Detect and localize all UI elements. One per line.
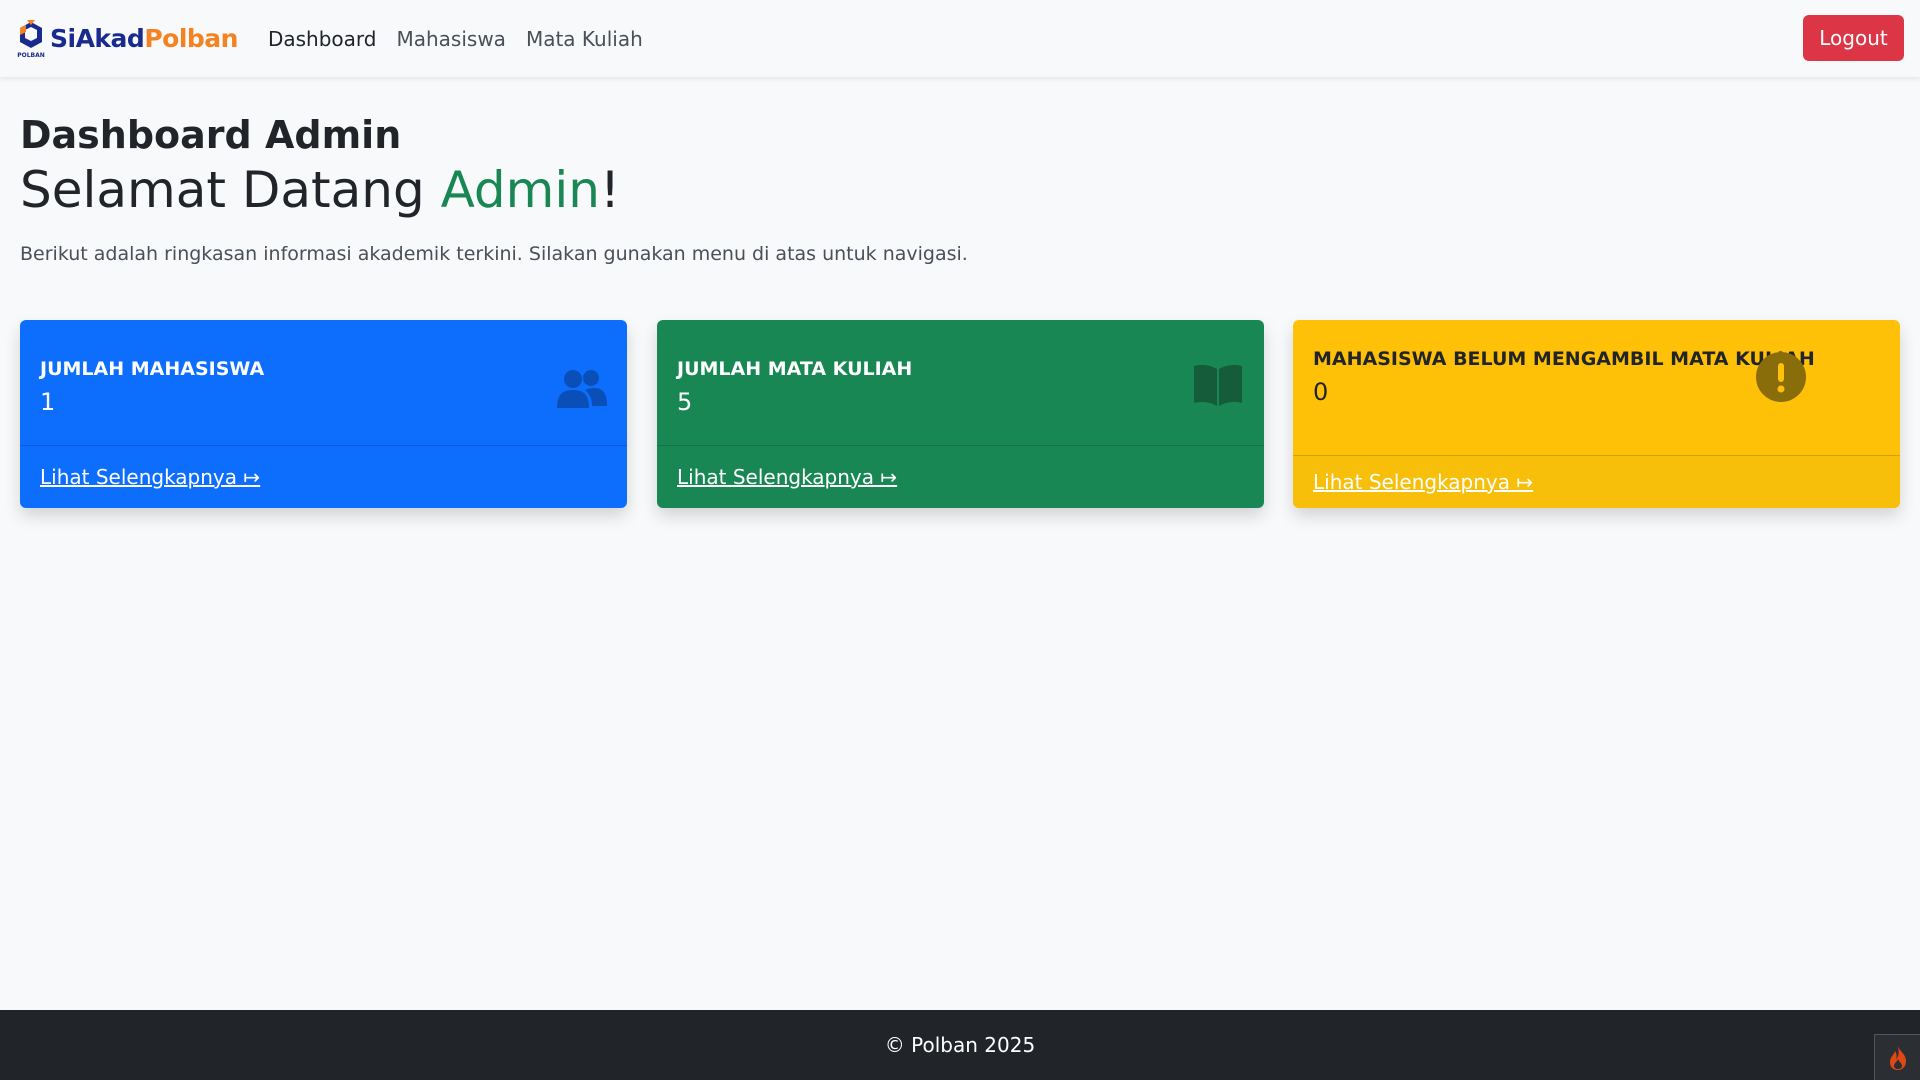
nav-mata-kuliah[interactable]: Mata Kuliah [526, 27, 643, 51]
flame-icon [1889, 1045, 1906, 1070]
lead-text: Berikut adalah ringkasan informasi akade… [20, 243, 968, 266]
logout-button[interactable]: Logout [1803, 15, 1904, 61]
polban-logo-icon: POLBAN [17, 19, 45, 59]
main-content: Dashboard Admin Selamat Datang Admin! Be… [20, 113, 1900, 508]
welcome-name: Admin [440, 160, 600, 219]
users-icon [557, 370, 607, 408]
card-jumlah-mata-kuliah: JUMLAH MATA KULIAH 5 Lihat Selengkapnya … [657, 320, 1264, 508]
brand-name-si: SiAkad [50, 24, 145, 53]
card-label: JUMLAH MAHASISWA [40, 358, 265, 380]
book-icon [1194, 365, 1242, 406]
card-body: MAHASISWA BELUM MENGAMBIL MATA KULIAH 0 [1293, 320, 1900, 455]
card-body: JUMLAH MAHASISWA 1 [20, 320, 627, 445]
page-footer: © Polban 2025 [0, 1010, 1920, 1080]
card-detail-link[interactable]: Lihat Selengkapnya ↦ [677, 465, 897, 489]
welcome-prefix: Selamat Datang [20, 160, 441, 219]
navbar: POLBAN SiAkadPolban Dashboard Mahasiswa … [0, 0, 1920, 77]
page-title: Dashboard Admin [20, 113, 402, 157]
summary-cards: JUMLAH MAHASISWA 1 Lihat Selengkapnya ↦ … [20, 320, 1900, 510]
welcome-suffix: ! [599, 160, 620, 219]
card-jumlah-mahasiswa: JUMLAH MAHASISWA 1 Lihat Selengkapnya ↦ [20, 320, 627, 508]
card-footer: Lihat Selengkapnya ↦ [20, 445, 627, 508]
logo-caption: POLBAN [17, 52, 45, 59]
card-label: JUMLAH MATA KULIAH [677, 358, 913, 380]
card-body: JUMLAH MATA KULIAH 5 [657, 320, 1264, 445]
brand-name: SiAkadPolban [50, 24, 238, 53]
card-footer: Lihat Selengkapnya ↦ [1293, 455, 1900, 508]
brand[interactable]: POLBAN SiAkadPolban [16, 18, 238, 60]
welcome-heading: Selamat Datang Admin! [20, 159, 1900, 222]
card-mahasiswa-belum-ambil: MAHASISWA BELUM MENGAMBIL MATA KULIAH 0 … [1293, 320, 1900, 508]
nav-dashboard[interactable]: Dashboard [268, 27, 377, 51]
card-value: 5 [677, 388, 693, 416]
card-detail-link[interactable]: Lihat Selengkapnya ↦ [1313, 470, 1533, 494]
card-footer: Lihat Selengkapnya ↦ [657, 445, 1264, 508]
debug-toolbar-button[interactable] [1874, 1034, 1920, 1080]
card-detail-link[interactable]: Lihat Selengkapnya ↦ [40, 465, 260, 489]
footer-copyright: © Polban 2025 [884, 1033, 1036, 1057]
card-value: 1 [40, 388, 56, 416]
exclamation-circle-icon [1756, 352, 1806, 402]
brand-name-polban: Polban [144, 24, 238, 53]
nav-mahasiswa[interactable]: Mahasiswa [396, 27, 505, 51]
